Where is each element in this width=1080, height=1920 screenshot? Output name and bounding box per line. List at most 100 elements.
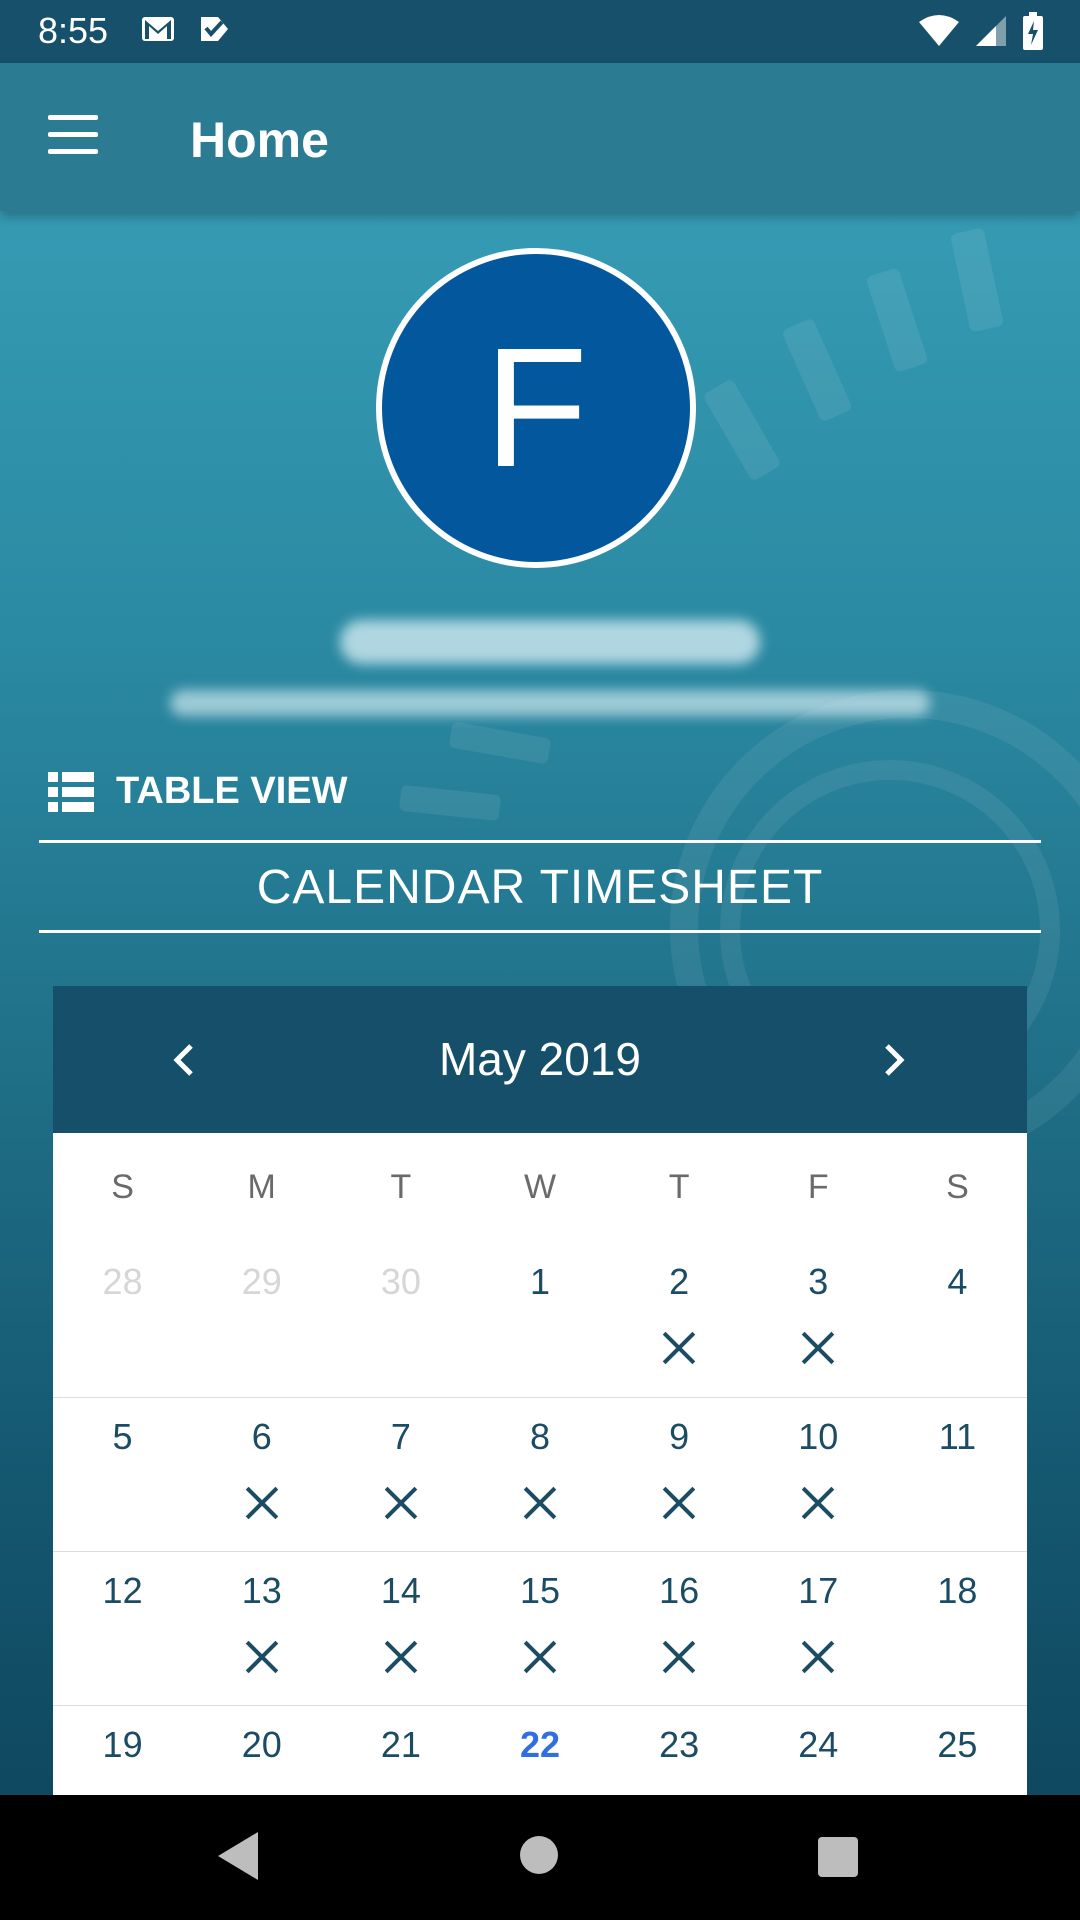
calendar-day[interactable]: 24	[749, 1706, 888, 1795]
missing-entry-x-icon	[662, 1640, 696, 1674]
calendar-day[interactable]: 12	[53, 1552, 192, 1706]
background-dash	[865, 267, 929, 373]
missing-entry-x-icon	[523, 1486, 557, 1520]
home-circle-icon[interactable]	[520, 1836, 558, 1874]
calendar-day[interactable]: 16	[610, 1552, 749, 1706]
calendar-day[interactable]: 23	[610, 1706, 749, 1795]
app-bar: Home	[0, 63, 1080, 211]
day-number: 11	[938, 1416, 977, 1457]
calendar-timesheet-title[interactable]: CALENDAR TIMESHEET	[39, 844, 1041, 932]
day-number: 20	[241, 1724, 282, 1765]
missing-entry-x-icon	[384, 1640, 418, 1674]
calendar: May 2019 S M T W T F S 28 29 30 1 2 3 4 5 6 7 8 9 10…	[53, 986, 1027, 1795]
missing-entry-x-icon	[245, 1486, 279, 1520]
table-view-label: TABLE VIEW	[116, 770, 348, 812]
calendar-day[interactable]: 5	[53, 1398, 192, 1552]
list-icon	[48, 771, 94, 812]
calendar-day[interactable]: 14	[331, 1552, 470, 1706]
weekday-label: F	[807, 1168, 829, 1206]
calendar-day[interactable]: 6	[192, 1398, 331, 1552]
divider	[39, 930, 1041, 933]
day-number: 2	[669, 1261, 690, 1302]
page-title: Home	[190, 112, 329, 168]
day-number: 7	[390, 1416, 411, 1457]
day-number: 22	[519, 1724, 561, 1765]
background-dash	[702, 378, 782, 482]
weekday-label: T	[390, 1168, 412, 1206]
weekday-label: S	[946, 1168, 969, 1206]
calendar-day[interactable]: 8	[470, 1398, 609, 1552]
day-number: 17	[798, 1570, 839, 1611]
day-number: 13	[241, 1570, 282, 1611]
chevron-right-icon[interactable]	[865, 1030, 925, 1090]
missing-entry-x-icon	[801, 1486, 835, 1520]
weekday-label: S	[111, 1168, 134, 1206]
wifi-icon	[919, 15, 959, 46]
checkbox-app-icon	[201, 17, 228, 41]
calendar-day[interactable]: 13	[192, 1552, 331, 1706]
calendar-week-row: 5 6 7 8 9 10 11	[53, 1397, 1027, 1552]
day-number: 18	[937, 1570, 978, 1611]
day-number: 15	[519, 1570, 561, 1611]
calendar-day[interactable]: 17	[749, 1552, 888, 1706]
missing-entry-x-icon	[801, 1640, 835, 1674]
calendar-day[interactable]: 9	[610, 1398, 749, 1552]
missing-entry-x-icon	[662, 1486, 696, 1520]
calendar-header: May 2019	[53, 986, 1027, 1133]
weekday-row: S M T W T F S	[53, 1133, 1027, 1243]
day-number: 12	[102, 1570, 143, 1611]
day-number: 4	[947, 1261, 968, 1302]
gmail-icon	[142, 17, 174, 41]
calendar-day[interactable]: 7	[331, 1398, 470, 1552]
missing-entry-x-icon	[384, 1486, 418, 1520]
signal-icon	[976, 16, 1006, 46]
calendar-day[interactable]: 3	[749, 1243, 888, 1397]
calendar-day[interactable]: 21	[331, 1706, 470, 1795]
day-number: 1	[529, 1261, 550, 1302]
recents-square-icon[interactable]	[818, 1837, 858, 1877]
day-number: 5	[112, 1416, 133, 1457]
calendar-day[interactable]: 18	[888, 1552, 1027, 1706]
battery-charging-icon	[1023, 12, 1043, 50]
status-left-icons	[140, 14, 232, 44]
day-number: 19	[102, 1724, 143, 1765]
status-bar: 8:55	[0, 0, 1080, 63]
calendar-day[interactable]: 4	[888, 1243, 1027, 1397]
weekday-label: M	[247, 1168, 276, 1206]
calendar-day-today[interactable]: 22	[470, 1706, 609, 1795]
day-number: 9	[669, 1416, 690, 1457]
back-triangle-icon[interactable]	[218, 1832, 258, 1880]
calendar-day[interactable]: 28	[53, 1243, 192, 1397]
day-number: 10	[798, 1416, 839, 1457]
table-view-button[interactable]: TABLE VIEW	[48, 770, 348, 813]
background-dash	[448, 721, 552, 765]
calendar-day[interactable]: 1	[470, 1243, 609, 1397]
calendar-day[interactable]: 20	[192, 1706, 331, 1795]
avatar-letter: F	[484, 313, 588, 503]
missing-entry-x-icon	[523, 1640, 557, 1674]
chevron-left-icon[interactable]	[153, 1030, 213, 1090]
missing-entry-x-icon	[801, 1331, 835, 1365]
day-number: 6	[251, 1416, 272, 1457]
day-number: 29	[241, 1261, 282, 1302]
avatar: F	[376, 248, 696, 568]
calendar-day[interactable]: 19	[53, 1706, 192, 1795]
day-number: 14	[380, 1570, 421, 1611]
calendar-day[interactable]: 25	[888, 1706, 1027, 1795]
status-time: 8:55	[38, 10, 109, 51]
calendar-week-row: 19 20 21 22 23 24 25	[53, 1705, 1027, 1795]
calendar-day[interactable]: 10	[749, 1398, 888, 1552]
redacted-user-email	[170, 690, 930, 716]
calendar-week-row: 28 29 30 1 2 3 4	[53, 1243, 1027, 1397]
calendar-day[interactable]: 30	[331, 1243, 470, 1397]
calendar-day[interactable]: 29	[192, 1243, 331, 1397]
hamburger-menu-icon[interactable]	[42, 115, 98, 159]
calendar-grid: S M T W T F S 28 29 30 1 2 3 4 5 6 7 8 9 10 11 12 13 14 1…	[53, 1133, 1027, 1795]
calendar-day[interactable]: 11	[888, 1398, 1027, 1552]
calendar-day[interactable]: 15	[470, 1552, 609, 1706]
missing-entry-x-icon	[662, 1331, 696, 1365]
day-number: 21	[380, 1724, 421, 1765]
divider	[39, 840, 1041, 843]
calendar-day[interactable]: 2	[610, 1243, 749, 1397]
system-nav-bar	[0, 1795, 1080, 1920]
